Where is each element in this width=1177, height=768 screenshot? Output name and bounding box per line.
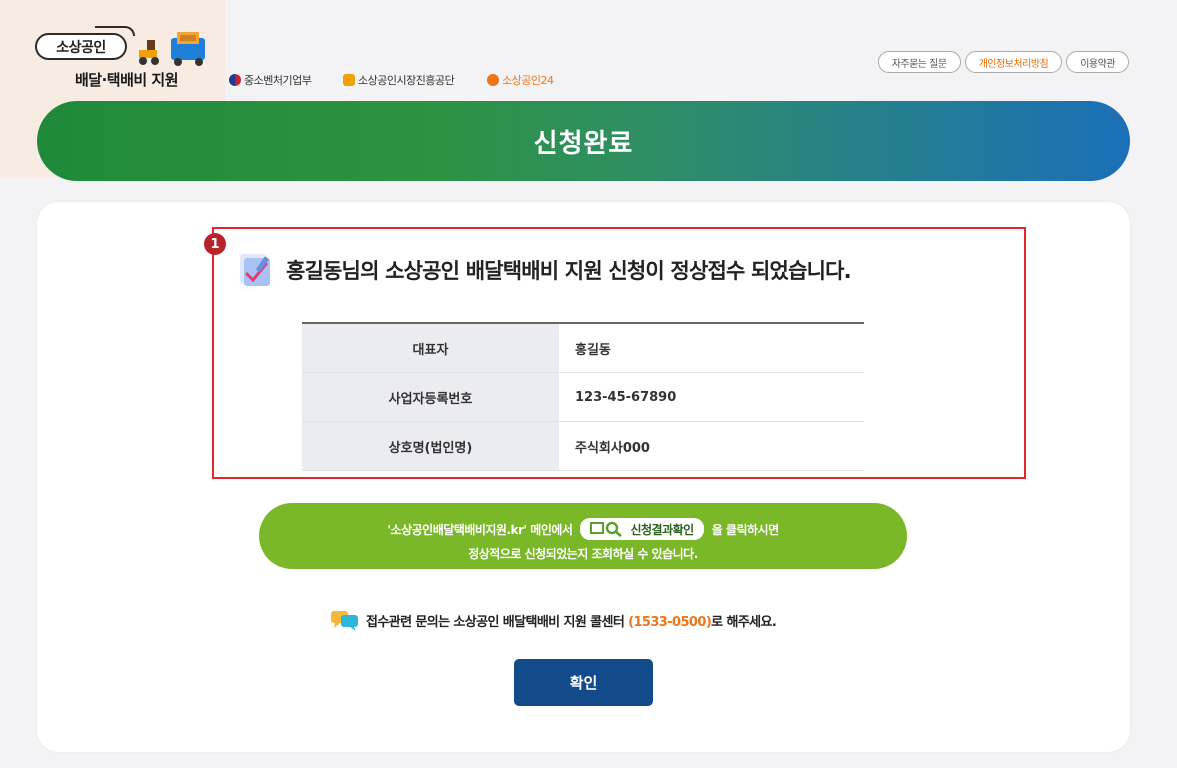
page-title: 신청완료 bbox=[533, 128, 634, 159]
sbiz24-logo-icon bbox=[487, 74, 499, 86]
table-row: 사업자등록번호 123-45-67890 bbox=[302, 372, 864, 422]
chat-bubble-icon bbox=[331, 611, 358, 631]
logo-subtitle: 배달·택배비 지원 bbox=[75, 71, 179, 89]
contact-info: 접수관련 문의는 소상공인 배달택배비 지원 콜센터 (1533-0500)로 … bbox=[330, 609, 777, 631]
org-mss-name: 중소벤처기업부 bbox=[244, 74, 312, 87]
logo-arrow bbox=[95, 26, 135, 36]
completion-message: 홍길동님의 소상공인 배달택배비 지원 신청이 정상접수 되었습니다. bbox=[286, 259, 852, 283]
callcenter-phone[interactable]: (1533-0500) bbox=[628, 615, 712, 630]
magnifier-icon bbox=[590, 521, 623, 537]
org-mss[interactable]: 중소벤처기업부 bbox=[229, 72, 312, 88]
row-label-representative: 대표자 bbox=[302, 323, 559, 373]
document-check-icon bbox=[240, 254, 270, 286]
privacy-policy-link[interactable]: 개인정보처리방침 bbox=[964, 51, 1063, 73]
applicant-info-table: 대표자 홍길동 사업자등록번호 123-45-67890 상호명(법인명) 주식… bbox=[302, 322, 864, 471]
row-label-company-name: 상호명(법인명) bbox=[302, 421, 559, 471]
page-banner: 신청완료 bbox=[37, 101, 1130, 181]
faq-link[interactable]: 자주묻는 질문 bbox=[877, 51, 961, 73]
row-value-business-number: 123-45-67890 bbox=[559, 372, 864, 422]
step-badge: 1 bbox=[204, 233, 226, 255]
result-guide-banner: '소상공인배달택배비지원.kr' 메인에서 신청결과확인 을 클릭하시면 정상적… bbox=[259, 503, 907, 569]
contact-text-before: 접수관련 문의는 소상공인 배달택배비 지원 콜센터 bbox=[366, 614, 629, 630]
guide-line-2: 정상적으로 신청되었는지 조회하실 수 있습니다. bbox=[468, 547, 698, 561]
guide-line-1: '소상공인배달택배비지원.kr' 메인에서 신청결과확인 을 클릭하시면 bbox=[259, 518, 907, 540]
org-semas-name: 소상공인시장진흥공단 bbox=[358, 74, 455, 87]
top-links: 자주묻는 질문 개인정보처리방침 이용약관 bbox=[877, 51, 1129, 73]
guide-suffix: 을 클릭하시면 bbox=[711, 522, 779, 537]
semas-logo-icon bbox=[343, 74, 355, 86]
row-value-company-name: 주식회사000 bbox=[559, 421, 864, 471]
confirm-button[interactable]: 확인 bbox=[514, 659, 653, 706]
contact-text-after: 로 해주세요. bbox=[711, 614, 777, 630]
site-header: 소상공인 배달·택배비 지원 중소벤처기업부 소상공인시장진흥공단 소상공인24… bbox=[0, 0, 1177, 100]
logo-main[interactable]: 소상공인 bbox=[35, 33, 127, 60]
check-result-button[interactable]: 신청결과확인 bbox=[580, 518, 704, 540]
delivery-truck-icon bbox=[139, 32, 205, 66]
org-sbiz24-name: 소상공인24 bbox=[502, 74, 554, 87]
guide-prefix: '소상공인배달택배비지원.kr' 메인에서 bbox=[387, 522, 573, 537]
org-sbiz24[interactable]: 소상공인24 bbox=[487, 72, 554, 88]
mss-emblem-icon bbox=[229, 74, 241, 86]
org-semas[interactable]: 소상공인시장진흥공단 bbox=[343, 72, 455, 88]
terms-link[interactable]: 이용약관 bbox=[1066, 51, 1129, 73]
table-row: 대표자 홍길동 bbox=[302, 323, 864, 373]
table-row: 상호명(법인명) 주식회사000 bbox=[302, 421, 864, 471]
row-value-representative: 홍길동 bbox=[559, 323, 864, 373]
check-result-label: 신청결과확인 bbox=[630, 522, 694, 537]
row-label-business-number: 사업자등록번호 bbox=[302, 372, 559, 422]
